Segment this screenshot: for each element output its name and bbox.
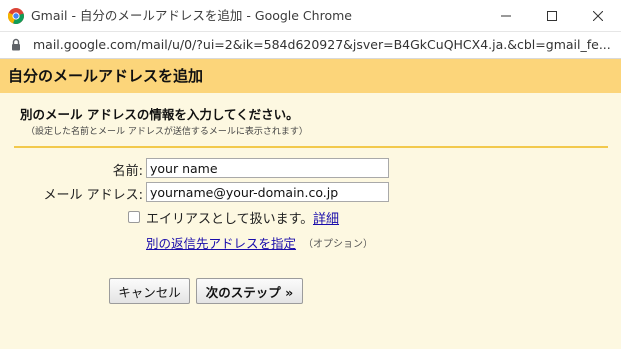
name-label: 名前:	[112, 164, 143, 179]
section-subtitle: （設定した名前とメール アドレスが送信するメールに表示されます）	[26, 127, 308, 137]
section-title: 別のメール アドレスの情報を入力してください。	[20, 107, 299, 122]
alias-checkbox-label[interactable]: エイリアスとして扱います。	[146, 208, 313, 227]
reply-to-link[interactable]: 別の返信先アドレスを指定	[146, 233, 296, 252]
next-step-button[interactable]: 次のステップ »	[196, 278, 303, 304]
email-label: メール アドレス:	[43, 188, 143, 203]
dialog-header: 自分のメールアドレスを追加	[0, 59, 621, 93]
optional-note: （オプション）	[303, 239, 373, 250]
lock-icon	[12, 38, 20, 51]
details-link[interactable]: 詳細	[313, 208, 339, 227]
close-button[interactable]	[575, 0, 621, 31]
email-field[interactable]	[146, 182, 389, 202]
window-title: Gmail - 自分のメールアドレスを追加 - Google Chrome	[31, 8, 352, 23]
maximize-icon	[547, 10, 557, 21]
address-bar[interactable]: mail.google.com/mail/u/0/?ui=2&ik=584d62…	[0, 32, 621, 59]
chrome-icon	[8, 8, 24, 24]
minimize-button[interactable]	[483, 0, 529, 31]
cancel-button[interactable]: キャンセル	[109, 278, 190, 304]
alias-checkbox[interactable]	[128, 211, 140, 223]
window-titlebar: Gmail - 自分のメールアドレスを追加 - Google Chrome	[0, 0, 621, 32]
dialog-title: 自分のメールアドレスを追加	[8, 67, 204, 85]
minimize-icon	[501, 15, 511, 16]
name-field[interactable]	[146, 158, 389, 178]
url-text[interactable]: mail.google.com/mail/u/0/?ui=2&ik=584d62…	[33, 32, 618, 58]
close-icon	[593, 10, 603, 21]
divider	[14, 146, 608, 148]
maximize-button[interactable]	[529, 0, 575, 31]
